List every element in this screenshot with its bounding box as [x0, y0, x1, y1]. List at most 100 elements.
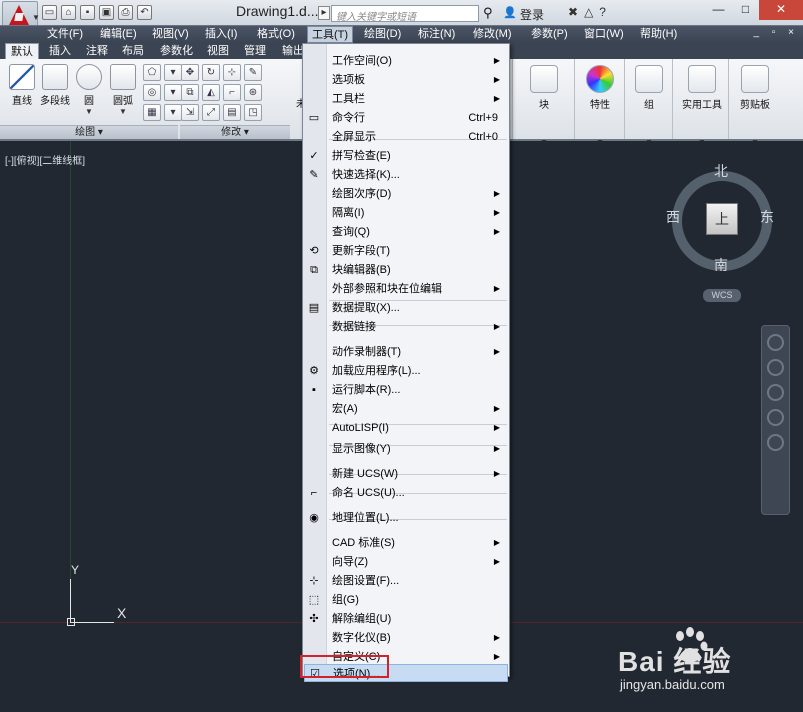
menu-item-29[interactable]: 数字化仪(B) ▶	[304, 629, 508, 647]
orbit-icon[interactable]	[767, 409, 784, 426]
explode-icon[interactable]: ⊛	[244, 84, 262, 101]
compass-south[interactable]: 南	[714, 255, 728, 275]
menu-item-23[interactable]: ◉ 地理位置(L)...	[304, 509, 508, 527]
tab-insert[interactable]: 插入	[49, 43, 71, 59]
tab-view[interactable]: 视图	[207, 43, 229, 59]
erase-icon[interactable]: ✎	[244, 64, 262, 81]
circle-tool[interactable]: 圆 ▼	[74, 64, 104, 116]
menu-item-19[interactable]: AutoLISP(I) ▶	[304, 419, 508, 437]
mirror-icon[interactable]: ◭	[202, 84, 220, 101]
menu-item-17[interactable]: ▪ 运行脚本(R)...	[304, 381, 508, 399]
binoculars-icon[interactable]: ⚲	[483, 5, 493, 21]
clipboard-tool[interactable]: 剪贴板 ▼	[733, 65, 777, 147]
menu-item-13[interactable]: ▤ 数据提取(X)...	[304, 299, 508, 317]
steering-wheel-icon[interactable]	[767, 334, 784, 351]
tab-output[interactable]: 输出	[282, 43, 304, 59]
viewcube[interactable]: 上 北 南 西 东	[666, 163, 776, 275]
copy-icon[interactable]: ⧉	[181, 84, 199, 101]
menu-item-7[interactable]: 绘图次序(D) ▶	[304, 185, 508, 203]
menu-window[interactable]: 窗口(W)	[580, 26, 628, 43]
menu-item-11[interactable]: ⧉ 块编辑器(B)	[304, 261, 508, 279]
tab-annotate[interactable]: 注释	[86, 43, 108, 59]
minimize-button[interactable]: —	[705, 0, 732, 20]
maximize-button[interactable]: □	[732, 0, 759, 20]
scale-icon[interactable]: ⤢	[202, 104, 220, 121]
rotate-icon[interactable]: ↻	[202, 64, 220, 81]
menu-item-16[interactable]: ⚙ 加载应用程序(L)...	[304, 362, 508, 380]
mdi-window-controls[interactable]: _ ▫ ×	[753, 27, 799, 38]
saveas-icon[interactable]: ▣	[99, 5, 114, 20]
menu-item-3[interactable]: ▭ 命令行 Ctrl+9	[304, 109, 508, 127]
wcs-menu-button[interactable]: WCS	[703, 289, 741, 302]
menu-item-12[interactable]: 外部参照和块在位编辑 ▶	[304, 280, 508, 298]
menu-item-18[interactable]: 宏(A) ▶	[304, 400, 508, 418]
properties-tool[interactable]: 特性 ▼	[583, 65, 617, 147]
exchange-icon[interactable]: ✖	[568, 5, 578, 19]
menu-insert[interactable]: 插入(I)	[201, 26, 241, 43]
menu-item-22[interactable]: ⌐ 命名 UCS(U)...	[304, 484, 508, 502]
menu-view[interactable]: 视图(V)	[148, 26, 193, 43]
menu-item-5[interactable]: ✓ 拼写检查(E)	[304, 147, 508, 165]
menu-item-25[interactable]: 向导(Z) ▶	[304, 553, 508, 571]
menu-item-4[interactable]: 全屏显示 Ctrl+0	[304, 128, 508, 146]
stretch-icon[interactable]: ⇲	[181, 104, 199, 121]
menu-item-0[interactable]: 工作空间(O) ▶	[304, 52, 508, 70]
menu-item-28[interactable]: ✣ 解除编组(U)	[304, 610, 508, 628]
save-icon[interactable]: ▪	[80, 5, 95, 20]
utilities-tool[interactable]: 实用工具 ▼	[677, 65, 727, 147]
viewcube-face-top[interactable]: 上	[706, 203, 738, 235]
menu-dimension[interactable]: 标注(N)	[414, 26, 459, 43]
chevron-down-icon[interactable]: ▼	[74, 107, 104, 116]
viewport-controls[interactable]: [-][俯视][二维线框]	[5, 152, 85, 167]
menu-item-9[interactable]: 查询(Q) ▶	[304, 223, 508, 241]
help-icon[interactable]: ?	[599, 5, 606, 19]
compass-east[interactable]: 东	[760, 207, 774, 227]
fillet-icon[interactable]: ⌐	[223, 84, 241, 101]
compass-north[interactable]: 北	[714, 161, 728, 181]
search-input[interactable]: 键入关键字或短语	[331, 5, 479, 23]
open-icon[interactable]: ⌂	[61, 5, 76, 20]
chevron-down-icon[interactable]: ▼	[108, 107, 138, 116]
compass-west[interactable]: 西	[666, 207, 680, 227]
tab-layout[interactable]: 布局	[122, 43, 144, 59]
menu-item-20[interactable]: 显示图像(Y) ▶	[304, 440, 508, 458]
menu-item-10[interactable]: ⟲ 更新字段(T)	[304, 242, 508, 260]
polygon-icon[interactable]: ⬠	[143, 64, 161, 81]
chevron-right-icon[interactable]: ▸	[318, 6, 330, 20]
menu-item-26[interactable]: ⊹ 绘图设置(F)...	[304, 572, 508, 590]
menu-item-21[interactable]: 新建 UCS(W) ▶	[304, 465, 508, 483]
tab-default[interactable]: 默认	[5, 43, 39, 59]
tab-parametric[interactable]: 参数化	[160, 43, 193, 59]
menu-item-6[interactable]: ✎ 快速选择(K)...	[304, 166, 508, 184]
login-link[interactable]: 登录	[520, 6, 544, 23]
new-icon[interactable]: ▭	[42, 5, 57, 20]
menu-item-14[interactable]: 数据链接 ▶	[304, 318, 508, 336]
menu-edit[interactable]: 编辑(E)	[96, 26, 141, 43]
menu-item-8[interactable]: 隔离(I) ▶	[304, 204, 508, 222]
menu-tools[interactable]: 工具(T)	[307, 26, 354, 43]
draw-panel-title[interactable]: 绘图 ▾	[0, 125, 178, 139]
print-icon[interactable]: ⎙	[118, 5, 133, 20]
trim-icon[interactable]: ⊹	[223, 64, 241, 81]
menu-item-2[interactable]: 工具栏 ▶	[304, 90, 508, 108]
hatch-icon[interactable]: ▦	[143, 104, 161, 121]
menu-modify[interactable]: 修改(M)	[469, 26, 516, 43]
menu-item-15[interactable]: 动作录制器(T) ▶	[304, 343, 508, 361]
menu-draw[interactable]: 绘图(D)	[360, 26, 405, 43]
zoom-icon[interactable]	[767, 384, 784, 401]
line-tool[interactable]: 直线	[7, 64, 37, 107]
menu-item-24[interactable]: CAD 标准(S) ▶	[304, 534, 508, 552]
showmotion-icon[interactable]	[767, 434, 784, 451]
chevron-down-icon[interactable]: ▾	[164, 64, 182, 81]
menu-file[interactable]: 文件(F)	[43, 26, 87, 43]
a360-icon[interactable]: △	[584, 5, 593, 19]
arc-tool[interactable]: 圆弧 ▼	[108, 64, 138, 116]
polyline-tool[interactable]: 多段线	[38, 64, 72, 107]
array-icon[interactable]: ▤	[223, 104, 241, 121]
tab-manage[interactable]: 管理	[244, 43, 266, 59]
block-tool[interactable]: 块 ▼	[527, 65, 561, 147]
menu-item-27[interactable]: ⬚ 组(G)	[304, 591, 508, 609]
undo-icon[interactable]: ↶	[137, 5, 152, 20]
close-button[interactable]: ✕	[759, 0, 803, 20]
chevron-down-icon[interactable]: ▾	[164, 104, 182, 121]
